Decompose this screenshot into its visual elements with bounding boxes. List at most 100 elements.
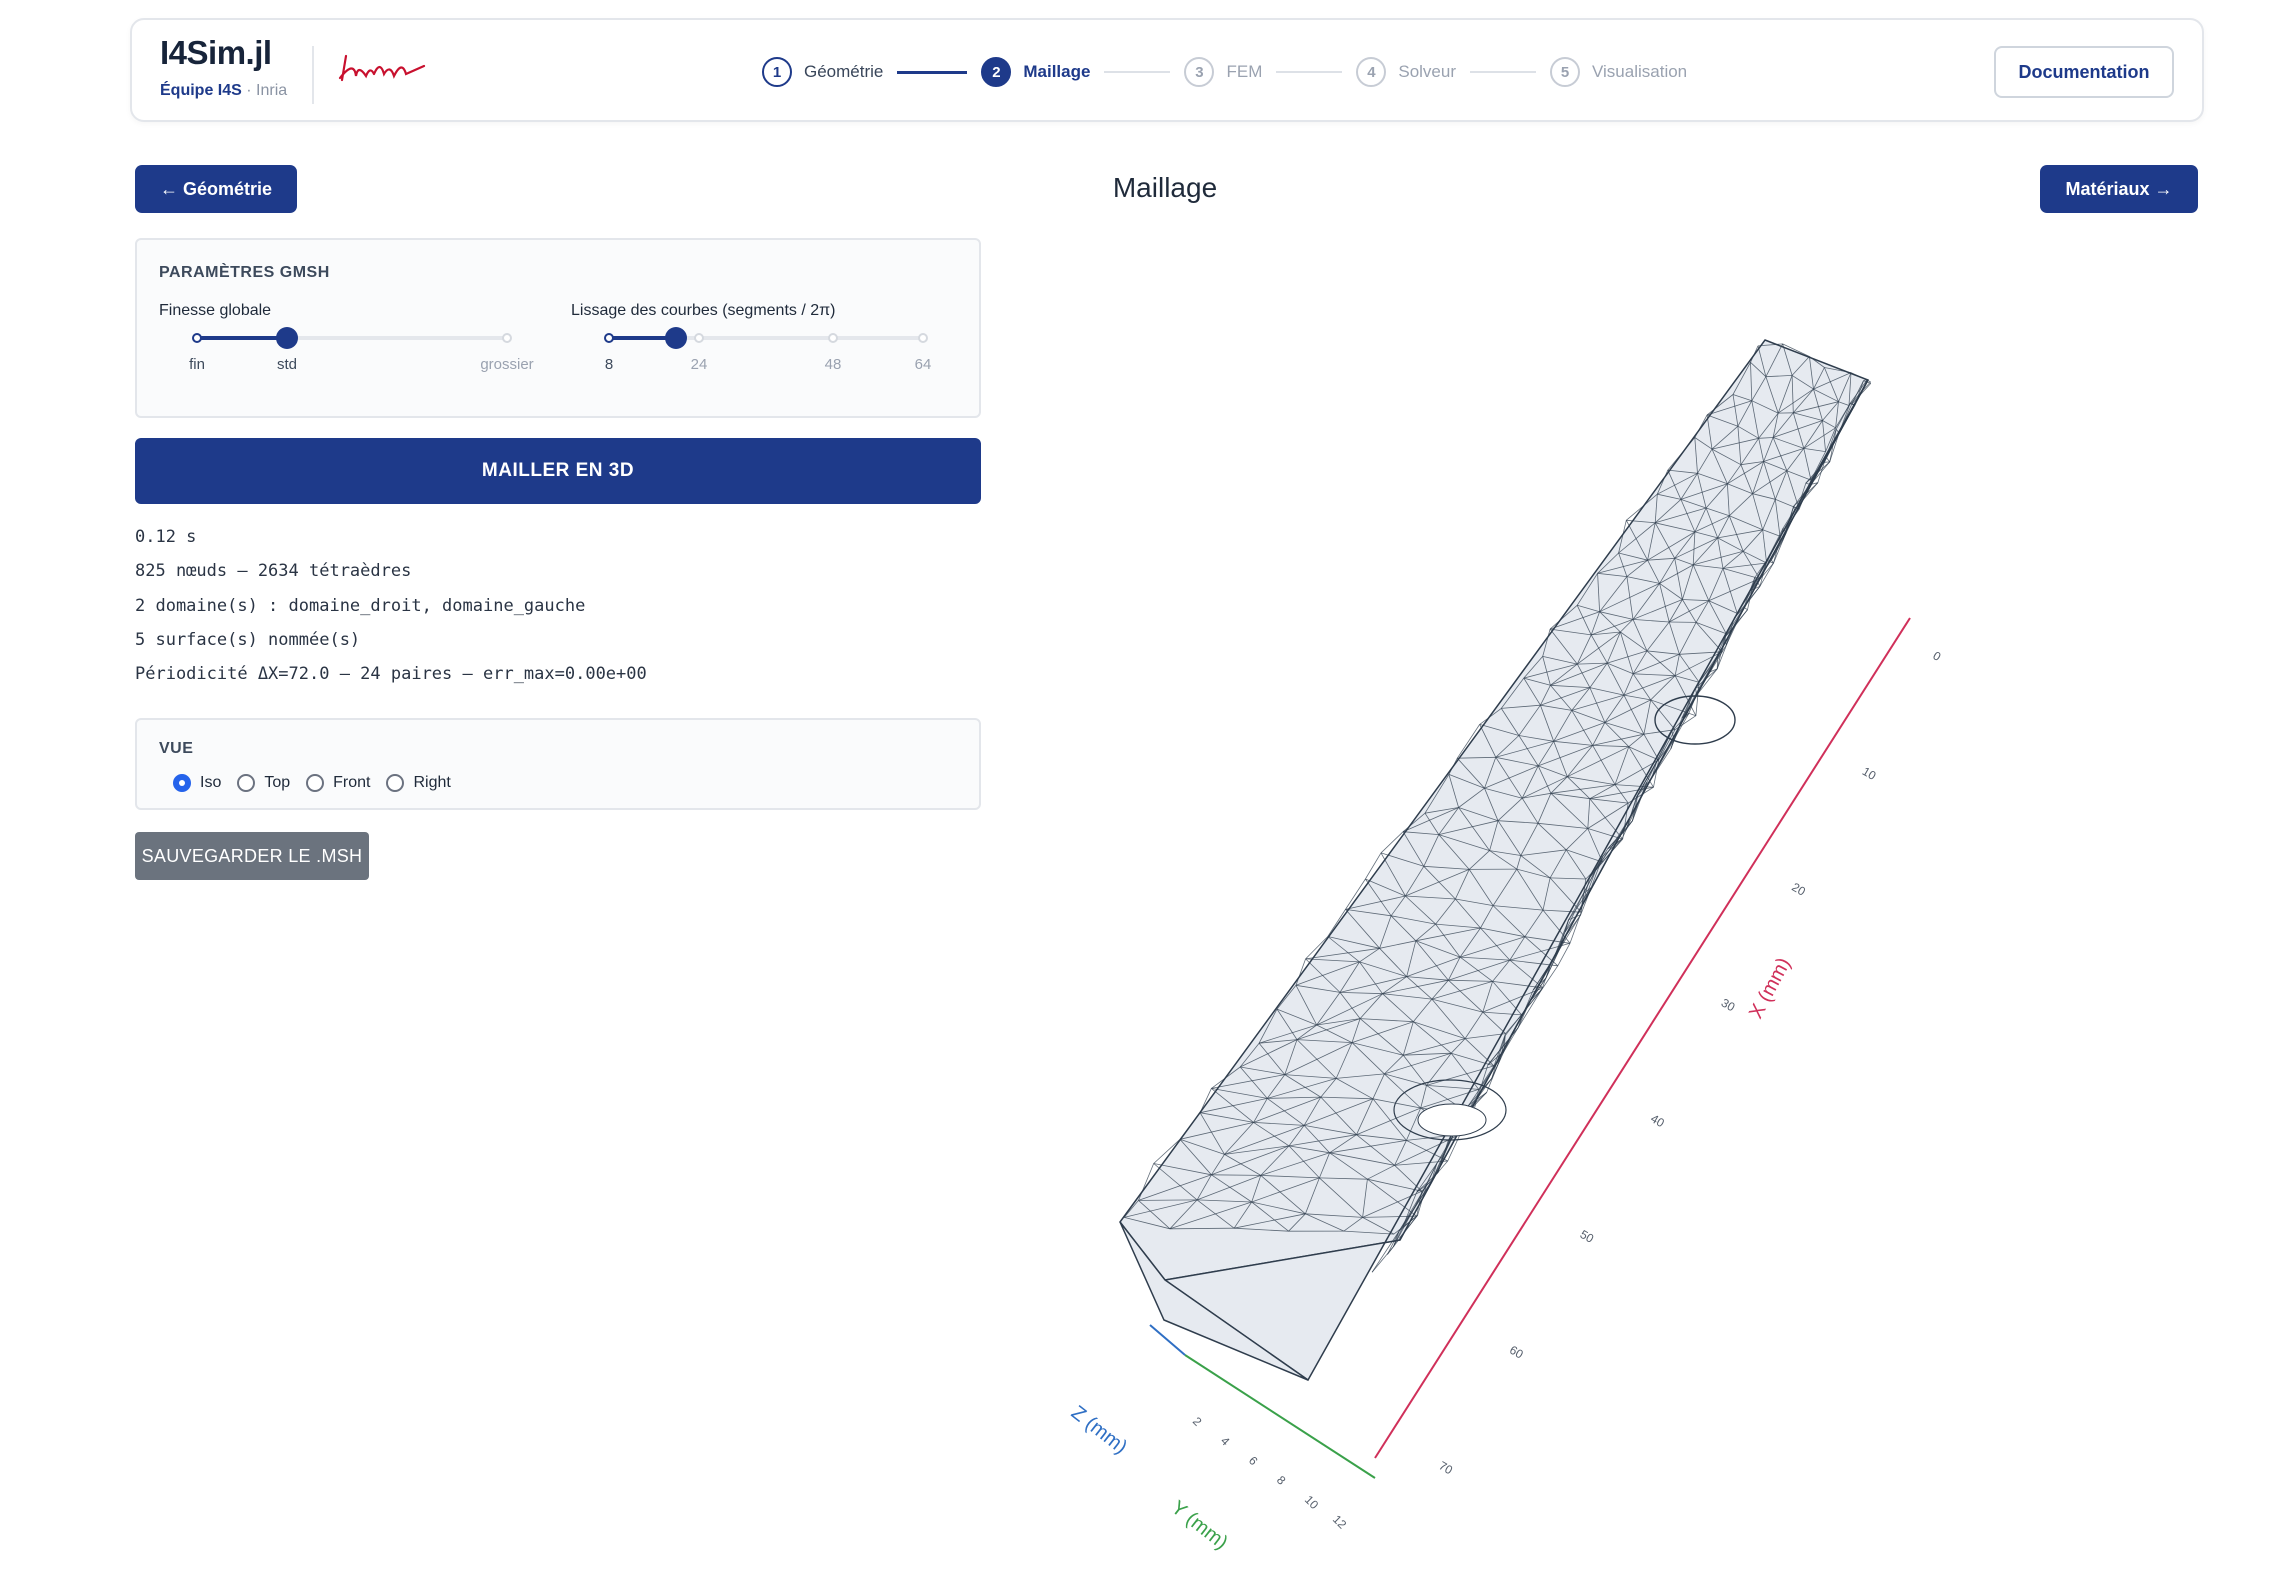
step-number: 2 <box>981 57 1012 87</box>
x-tick-label: 60 <box>1507 1343 1526 1362</box>
output-line: 0.12 s <box>135 527 197 547</box>
x-axis-label: X (mm) <box>1745 954 1795 1022</box>
tick-label: grossier <box>480 356 534 373</box>
team-name: Équipe I4S <box>160 82 242 99</box>
radio-button[interactable] <box>306 774 325 792</box>
org-name: Inria <box>256 82 288 99</box>
page-title: Maillage <box>1112 172 1218 203</box>
finesse-label: Finesse globale <box>159 302 272 319</box>
x-tick-label: 10 <box>1860 764 1879 783</box>
x-tick-label: 70 <box>1437 1458 1456 1477</box>
mesh-output-log: 0.12 s 825 nœuds — 2634 tétraèdres 2 dom… <box>135 526 647 697</box>
y-tick-label: 2 <box>1190 1414 1205 1429</box>
step-label: Maillage <box>1023 62 1091 81</box>
radio-button[interactable] <box>386 774 405 792</box>
x-tick-label: 0 <box>1931 648 1944 664</box>
mesh-edge <box>1138 1199 1198 1201</box>
step-number: 4 <box>1356 57 1387 87</box>
slider-stop[interactable] <box>828 333 838 343</box>
x-tick-label: 40 <box>1648 1111 1667 1130</box>
step-number: 1 <box>762 57 792 87</box>
slider-stop[interactable] <box>918 333 928 343</box>
radio-label: Right <box>413 774 451 791</box>
brand-separator: · <box>241 82 257 99</box>
brand-subtitle: Équipe I4S · Inria <box>160 82 287 100</box>
step-fem[interactable]: 3 FEM <box>1184 57 1262 87</box>
mesh-edge <box>1743 607 1748 611</box>
step-label: Géométrie <box>804 62 884 81</box>
step-number: 3 <box>1184 57 1215 87</box>
y-axis-line <box>1184 1354 1376 1479</box>
slider-fill <box>197 336 287 340</box>
lissage-label: Lissage des courbes (segments / 2π) <box>571 302 836 319</box>
wizard-stepper: 1 Géométrie 2 Maillage 3 FEM 4 Solveur 5… <box>762 54 1687 90</box>
step-connector <box>1104 71 1171 73</box>
tick-label: std <box>276 356 298 373</box>
tick-label: 8 <box>604 356 614 373</box>
radio-label: Iso <box>200 774 222 791</box>
z-axis-line <box>1149 1324 1186 1356</box>
radio-button[interactable] <box>237 774 256 792</box>
tick-label: 48 <box>824 356 842 373</box>
save-msh-button[interactable]: SAUVEGARDER LE .MSH <box>135 832 369 880</box>
y-tick-label: 12 <box>1330 1512 1350 1532</box>
slider-stop[interactable] <box>604 333 614 343</box>
slider-stop[interactable] <box>502 333 512 343</box>
radio-label: Top <box>264 774 291 791</box>
mesh-hole-opening <box>1417 1103 1487 1137</box>
mesh-canvas[interactable]: 0 10 20 30 40 50 60 70 2468 10 12 X (mm) Y (mm) Z… <box>1040 240 2240 1570</box>
tick-label: 64 <box>914 356 932 373</box>
step-number: 5 <box>1550 57 1580 87</box>
output-line: 5 surface(s) nommée(s) <box>135 629 361 650</box>
z-axis-label: Z (mm) <box>1067 1402 1131 1459</box>
y-axis-ticks: 2468 10 12 <box>1190 1414 1350 1532</box>
step-label: Visualisation <box>1592 62 1688 81</box>
brand-divider <box>312 46 314 104</box>
output-line: 2 domaine(s) : domaine_droit, domaine_ga… <box>135 595 586 616</box>
next-step-button[interactable]: Matériaux → <box>2040 165 2198 213</box>
gmsh-params-panel: PARAMÈTRES GMSH Finesse globale fin std … <box>135 238 981 418</box>
slider-stop[interactable] <box>192 333 202 343</box>
inria-logo <box>338 54 426 82</box>
view-option-right[interactable]: Right <box>386 774 451 792</box>
step-geometrie[interactable]: 1 Géométrie <box>762 57 883 87</box>
x-tick-label: 50 <box>1578 1227 1597 1246</box>
step-visualisation[interactable]: 5 Visualisation <box>1550 57 1687 87</box>
view-option-iso[interactable]: Iso <box>173 774 221 792</box>
step-maillage[interactable]: 2 Maillage <box>981 57 1090 87</box>
output-line: Périodicité ΔX=72.0 — 24 paires — err_ma… <box>135 664 647 685</box>
output-line: 825 nœuds — 2634 tétraèdres <box>135 561 412 582</box>
step-connector <box>1276 71 1343 73</box>
y-tick-label: 8 <box>1274 1473 1289 1488</box>
mesh-top-face <box>1119 339 1870 1281</box>
slider-thumb[interactable] <box>276 327 298 349</box>
radio-button[interactable] <box>173 774 191 792</box>
view-option-front[interactable]: Front <box>306 774 370 792</box>
panel-title: VUE <box>159 740 194 757</box>
lissage-slider[interactable]: 8 24 48 64 <box>604 327 931 373</box>
brand: I4Sim.jl Équipe I4S · Inria <box>160 34 287 100</box>
x-tick-label: 20 <box>1789 880 1808 899</box>
radio-label: Front <box>333 774 371 791</box>
y-tick-label: 4 <box>1218 1434 1233 1449</box>
y-axis-label: Y (mm) <box>1167 1497 1232 1554</box>
mesh-edge <box>1825 456 1831 463</box>
step-label: FEM <box>1226 62 1263 81</box>
step-label: Solveur <box>1398 62 1456 81</box>
y-tick-label: 6 <box>1246 1453 1261 1468</box>
mesh-3d-viewer[interactable]: 0 10 20 30 40 50 60 70 2 4 6 8 10 12 X (mm) Y (mm) Z… <box>1040 240 2240 1570</box>
mesh-3d-button[interactable]: MAILLER EN 3D <box>135 438 981 504</box>
slider-stop[interactable] <box>694 333 704 343</box>
slider-thumb[interactable] <box>665 327 687 349</box>
tick-label: fin <box>189 356 205 373</box>
tick-label: 24 <box>690 356 708 373</box>
finesse-slider[interactable]: fin std grossier <box>189 327 534 373</box>
previous-step-button[interactable]: ← Géométrie <box>135 165 297 213</box>
step-solveur[interactable]: 4 Solveur <box>1356 57 1456 87</box>
x-tick-label: 30 <box>1719 996 1738 1015</box>
view-panel: VUE Iso Top Front Right <box>135 718 981 810</box>
step-connector <box>1470 71 1536 73</box>
view-option-top[interactable]: Top <box>237 774 290 792</box>
top-header: I4Sim.jl Équipe I4S · Inria 1 Géométrie … <box>130 18 2204 122</box>
documentation-button[interactable]: Documentation <box>1994 46 2174 98</box>
